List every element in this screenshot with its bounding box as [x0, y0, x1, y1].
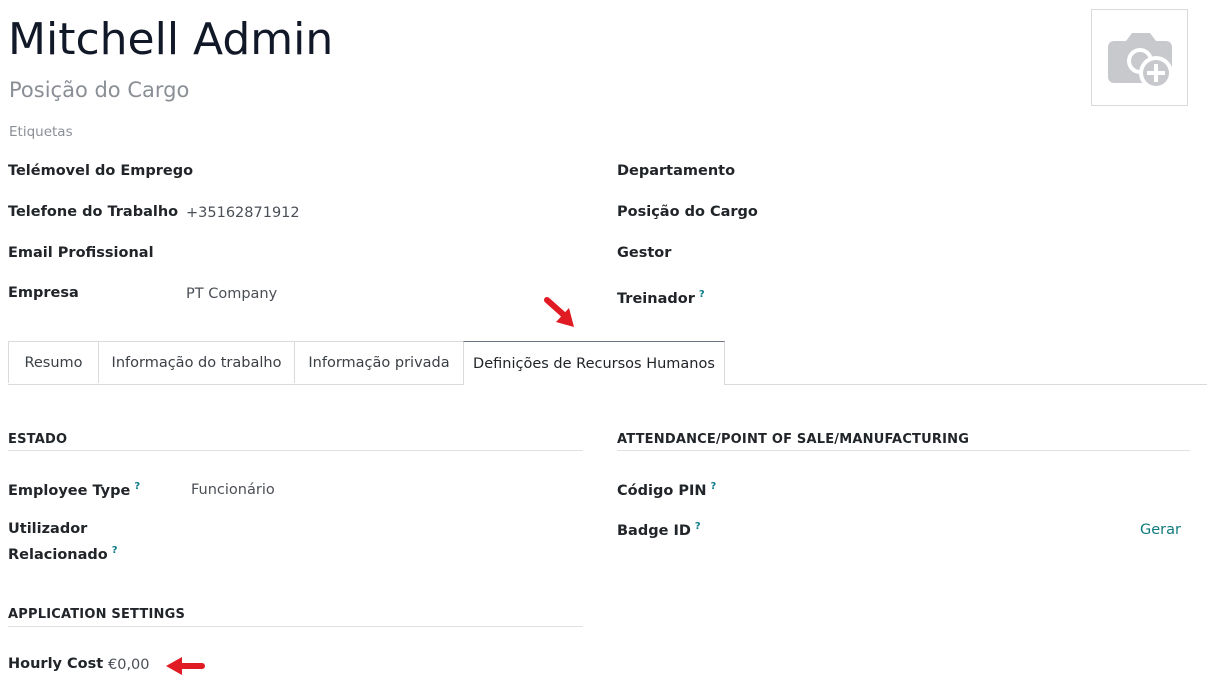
work-mobile-label: Telémovel do Emprego	[8, 163, 194, 179]
hourly-cost-label: Hourly Cost	[8, 656, 104, 672]
job-position-label: Posição do Cargo	[617, 204, 758, 220]
pin-code-label-text: Código PIN	[617, 482, 707, 499]
related-user-label-line2: Relacionado?	[8, 545, 118, 563]
application-settings-divider	[8, 626, 583, 627]
annotation-arrow-tab	[544, 297, 574, 327]
tags-field[interactable]: Etiquetas	[9, 124, 73, 140]
annotation-arrow-hourly-cost	[166, 657, 205, 675]
attendance-section-divider	[617, 450, 1190, 451]
badge-id-label: Badge ID?	[617, 521, 701, 539]
coach-help-icon[interactable]: ?	[699, 289, 705, 300]
hourly-cost-field[interactable]: €0,00	[108, 657, 150, 673]
work-phone-label: Telefone do Trabalho	[8, 204, 179, 220]
employee-type-label-text: Employee Type	[8, 482, 131, 499]
tab-resumo[interactable]: Resumo	[8, 341, 99, 383]
company-field[interactable]: PT Company	[186, 286, 277, 302]
department-label: Departamento	[617, 163, 736, 179]
badge-id-help-icon[interactable]: ?	[695, 521, 701, 532]
application-settings-title: APPLICATION SETTINGS	[8, 607, 186, 622]
work-phone-field[interactable]: +35162871912	[186, 205, 300, 221]
employee-type-label: Employee Type?	[8, 481, 140, 499]
coach-label-text: Treinador	[617, 290, 695, 307]
avatar-upload[interactable]	[1091, 9, 1188, 106]
related-user-label-text: Relacionado	[8, 546, 108, 563]
related-user-label-line1: Utilizador	[8, 521, 88, 537]
pin-code-help-icon[interactable]: ?	[711, 481, 717, 492]
badge-id-label-text: Badge ID	[617, 522, 691, 539]
camera-plus-icon	[1107, 32, 1173, 90]
related-user-help-icon[interactable]: ?	[112, 545, 118, 556]
employee-name-field[interactable]: Mitchell Admin	[8, 10, 333, 70]
tab-work-information[interactable]: Informação do trabalho	[98, 341, 295, 383]
attendance-section-title: ATTENDANCE/POINT OF SALE/MANUFACTURING	[617, 432, 970, 447]
status-section-divider	[8, 450, 583, 451]
manager-label: Gestor	[617, 245, 672, 261]
notebook-tabs: Resumo Informação do trabalho Informação…	[8, 341, 725, 385]
coach-label: Treinador?	[617, 289, 705, 307]
employee-type-field[interactable]: Funcionário	[191, 482, 275, 498]
company-label: Empresa	[8, 285, 79, 301]
pin-code-label: Código PIN?	[617, 481, 716, 499]
employee-type-help-icon[interactable]: ?	[134, 481, 140, 492]
job-position-field[interactable]: Posição do Cargo	[9, 76, 189, 104]
tab-private-information[interactable]: Informação privada	[294, 341, 464, 383]
generate-badge-button[interactable]: Gerar	[1140, 522, 1181, 538]
status-section-title: ESTADO	[8, 432, 68, 447]
tab-hr-settings[interactable]: Definições de Recursos Humanos	[463, 341, 725, 385]
work-email-label: Email Profissional	[8, 245, 154, 261]
